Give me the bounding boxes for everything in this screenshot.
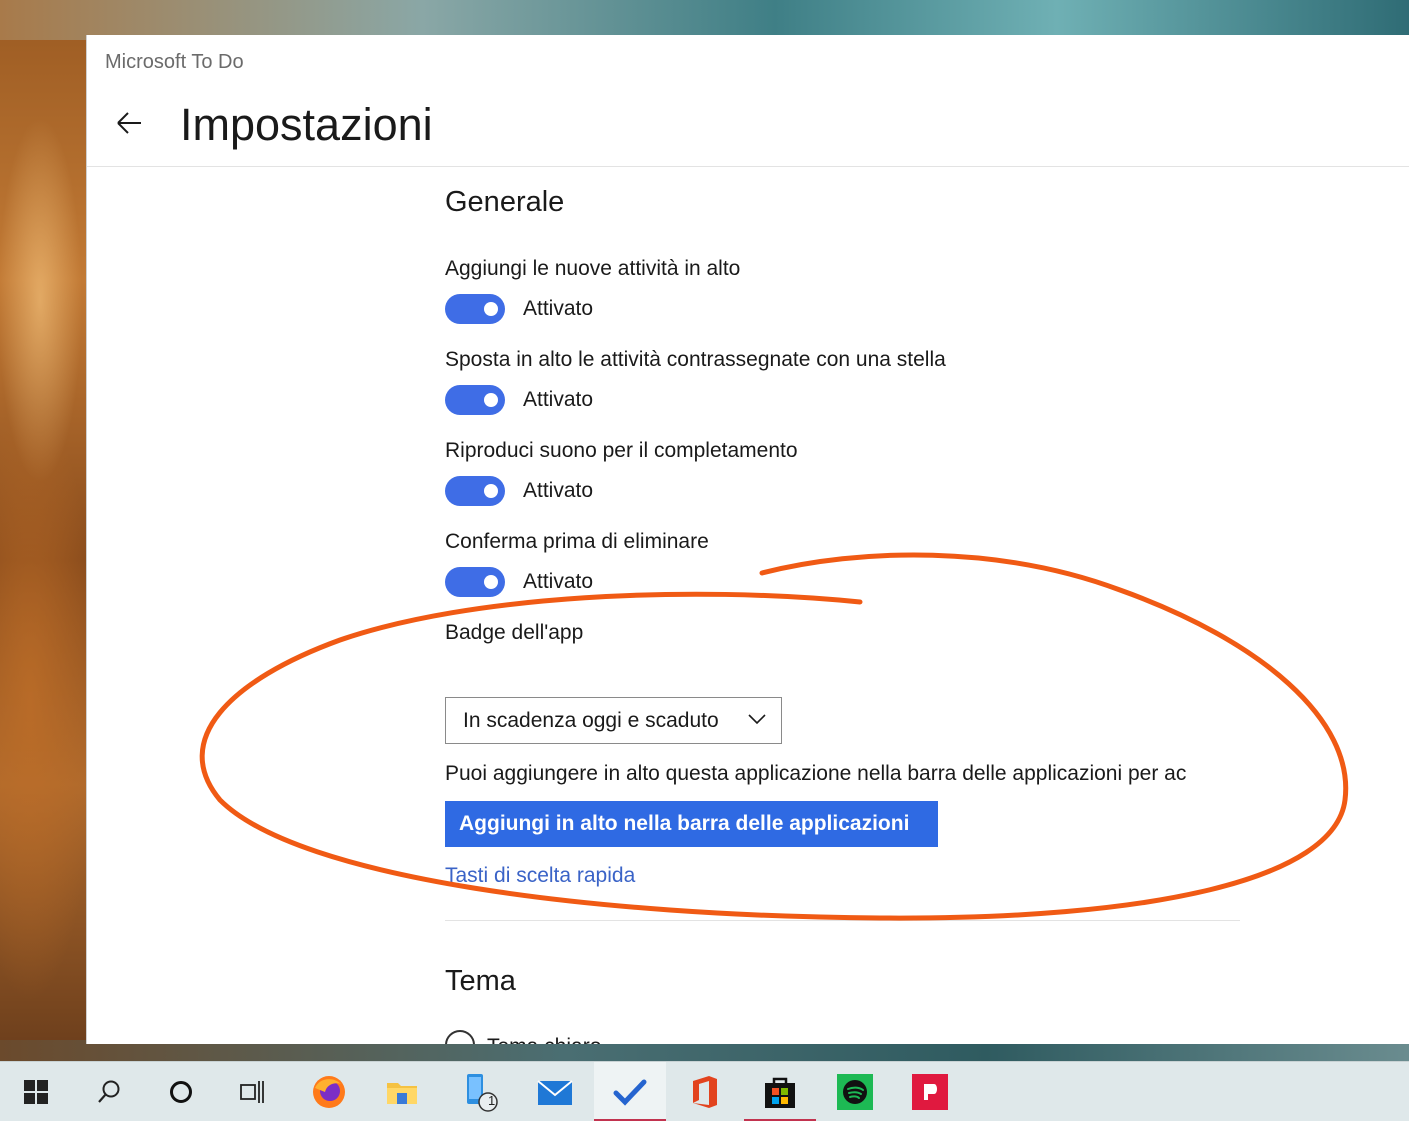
toggle-state-label: Attivato	[523, 297, 594, 320]
firefox-icon	[313, 1076, 345, 1108]
toggle-state-label: Attivato	[523, 479, 594, 502]
microsoft-todo-button[interactable]	[594, 1062, 666, 1121]
search-button[interactable]	[73, 1062, 145, 1121]
setting-label-starred-top: Sposta in alto le attività contrassegnat…	[445, 348, 946, 371]
pin-description: Puoi aggiungere in alto questa applicazi…	[445, 762, 1187, 785]
header-divider	[87, 166, 1409, 167]
toggle-completion-sound[interactable]	[445, 476, 505, 506]
setting-label-new-tasks-top: Aggiungi le nuove attività in alto	[445, 257, 741, 280]
toggle-new-tasks-top[interactable]	[445, 294, 505, 324]
task-view-button[interactable]	[217, 1062, 289, 1121]
radio-label-light-theme: Tema chiaro	[487, 1035, 601, 1044]
toggle-knob	[484, 484, 498, 498]
setting-label-app-badge: Badge dell'app	[445, 621, 584, 644]
setting-label-confirm-delete: Conferma prima di eliminare	[445, 530, 709, 553]
toggle-knob	[484, 575, 498, 589]
taskbar: 1	[0, 1061, 1409, 1121]
chevron-down-icon	[748, 714, 766, 725]
radio-light-theme[interactable]	[445, 1030, 475, 1044]
mail-icon	[537, 1080, 573, 1105]
office-button[interactable]	[669, 1062, 741, 1121]
toggle-state-label: Attivato	[523, 570, 594, 593]
wallpaper-top-strip	[0, 0, 1409, 40]
pin-to-taskbar-button[interactable]: Aggiungi in alto nella barra delle appli…	[445, 801, 938, 847]
folder-icon	[387, 1083, 417, 1104]
your-phone-button[interactable]: 1	[443, 1062, 515, 1121]
app-badge-dropdown[interactable]: In scadenza oggi e scaduto	[445, 697, 782, 744]
toggle-state-label: Attivato	[523, 388, 594, 411]
keyboard-shortcuts-link[interactable]: Tasti di scelta rapida	[445, 864, 635, 888]
toggle-knob	[484, 302, 498, 316]
office-icon	[693, 1076, 717, 1108]
cortana-icon	[170, 1081, 192, 1103]
firefox-button[interactable]	[293, 1062, 365, 1121]
microsoft-store-button[interactable]	[744, 1062, 816, 1121]
app-icon	[912, 1074, 948, 1110]
setting-label-completion-sound: Riproduci suono per il completamento	[445, 439, 798, 462]
start-button[interactable]	[0, 1062, 72, 1121]
file-explorer-button[interactable]	[366, 1062, 438, 1121]
arrow-left-icon	[117, 112, 141, 134]
section-title-theme: Tema	[445, 965, 516, 997]
back-button[interactable]	[111, 105, 147, 141]
task-view-icon	[240, 1081, 264, 1103]
app-window: Microsoft To Do Impostazioni Generale Ag…	[86, 35, 1409, 1044]
app-title: Microsoft To Do	[105, 51, 244, 73]
windows-icon	[24, 1080, 48, 1104]
page-title: Impostazioni	[180, 99, 433, 150]
toggle-confirm-delete[interactable]	[445, 567, 505, 597]
toggle-knob	[484, 393, 498, 407]
app-button[interactable]	[894, 1062, 966, 1121]
section-divider	[445, 920, 1240, 921]
toggle-starred-top[interactable]	[445, 385, 505, 415]
spotify-button[interactable]	[819, 1062, 891, 1121]
store-icon	[765, 1077, 795, 1108]
search-icon	[98, 1080, 120, 1103]
spotify-icon	[837, 1074, 873, 1110]
mail-button[interactable]	[519, 1062, 591, 1121]
dropdown-value: In scadenza oggi e scaduto	[463, 708, 719, 732]
section-title-general: Generale	[445, 186, 565, 218]
cortana-button[interactable]	[145, 1062, 217, 1121]
phone-notification-badge: 1	[488, 1093, 496, 1108]
checkmark-icon	[613, 1079, 647, 1106]
